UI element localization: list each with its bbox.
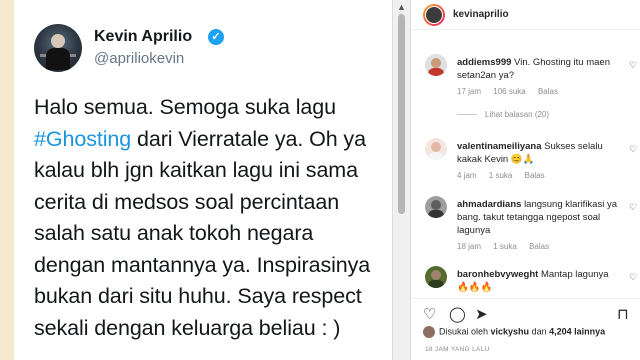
post-header: kevinaprilio bbox=[411, 0, 640, 30]
liked-by-prefix: Disukai oleh bbox=[439, 326, 491, 337]
view-replies-label: Lihat balasan (20) bbox=[485, 110, 550, 119]
scroll-up-arrow-icon[interactable]: ▲ bbox=[397, 2, 406, 12]
tweet-hashtag: #Ghosting bbox=[34, 126, 132, 151]
comment-meta: 18 jam 1 suka Balas bbox=[457, 242, 559, 251]
comment-text: baronhebvyweght Mantap lagunya 🔥🔥🔥 bbox=[457, 268, 617, 294]
comment-avatar[interactable] bbox=[425, 266, 447, 288]
comment-time: 18 jam bbox=[457, 242, 482, 251]
post-time-ago[interactable]: 18 JAM YANG LALU bbox=[425, 346, 490, 353]
comment-text: valentinameiliyana Sukses selalu kakak K… bbox=[457, 140, 617, 166]
tweet-text: Halo semua. Semoga suka lagu #Ghosting d… bbox=[34, 92, 384, 344]
scroll-thumb[interactable] bbox=[398, 14, 405, 214]
comment-username[interactable]: valentinameiliyana bbox=[457, 141, 541, 152]
comment-avatar[interactable] bbox=[425, 196, 447, 218]
verified-badge-icon: ✓ bbox=[208, 29, 224, 45]
comment-username[interactable]: addiems999 bbox=[457, 57, 511, 68]
comment-time: 4 jam bbox=[457, 171, 477, 180]
tweet-author-name: Kevin Aprilio bbox=[94, 28, 193, 45]
share-icon[interactable]: ➤ bbox=[475, 305, 488, 323]
comment-meta: 17 jam 106 suka Balas bbox=[457, 87, 568, 96]
comment-avatar[interactable] bbox=[425, 138, 447, 160]
tweet-card: Kevin Aprilio ✓ @apriliokevin ⌄ Halo sem… bbox=[14, 0, 398, 360]
post-actions-bar: ♡ ◯ ➤ ⊓ bbox=[411, 298, 640, 324]
comment-likes[interactable]: 1 suka bbox=[493, 242, 517, 251]
post-avatar[interactable] bbox=[423, 4, 445, 26]
comment-like-icon[interactable]: ♡ bbox=[629, 202, 637, 213]
comment-likes[interactable]: 1 suka bbox=[489, 171, 513, 180]
comment-text: addiems999 Vin. Ghosting itu maen setan2… bbox=[457, 56, 617, 82]
post-username[interactable]: kevinaprilio bbox=[453, 9, 509, 20]
view-replies-link[interactable]: Lihat balasan (20) bbox=[457, 110, 549, 119]
tweet-avatar bbox=[34, 24, 82, 72]
comment-icon[interactable]: ◯ bbox=[449, 305, 466, 323]
liker-avatar[interactable] bbox=[423, 326, 435, 338]
comment-like-icon[interactable]: ♡ bbox=[629, 272, 637, 283]
comment-text: ahmadardians langsung klarifikasi ya ban… bbox=[457, 198, 617, 237]
liked-by-user[interactable]: vickyshu bbox=[491, 326, 530, 336]
comment-meta: 4 jam 1 suka Balas bbox=[457, 171, 555, 180]
tweet-text-after: dari Vierratale ya. Oh ya kalau blh jgn … bbox=[34, 126, 371, 340]
comment-time: 17 jam bbox=[457, 87, 482, 96]
liked-by-line: Disukai oleh vickyshu dan 4,204 lainnya bbox=[423, 326, 605, 338]
instagram-panel: kevinaprilio addiems999 Vin. Ghosting it… bbox=[410, 0, 640, 360]
tweet-author-handle: @apriliokevin bbox=[94, 50, 185, 67]
comment-likes[interactable]: 106 suka bbox=[493, 87, 525, 96]
comment-username[interactable]: ahmadardians bbox=[457, 199, 521, 210]
reply-button[interactable]: Balas bbox=[525, 171, 545, 180]
scrollbar[interactable]: ▲ bbox=[392, 0, 410, 360]
bookmark-icon[interactable]: ⊓ bbox=[617, 305, 629, 323]
liked-by-count[interactable]: 4,204 lainnya bbox=[549, 326, 605, 336]
reply-button[interactable]: Balas bbox=[529, 242, 549, 251]
tweet-image-panel: Kevin Aprilio ✓ @apriliokevin ⌄ Halo sem… bbox=[0, 0, 410, 360]
comment-like-icon[interactable]: ♡ bbox=[629, 60, 637, 71]
reply-button[interactable]: Balas bbox=[538, 87, 558, 96]
tweet-text-before: Halo semua. Semoga suka lagu bbox=[34, 95, 336, 119]
liked-by-mid: dan bbox=[529, 326, 550, 337]
comment-username[interactable]: baronhebvyweght bbox=[457, 269, 538, 280]
heart-icon[interactable]: ♡ bbox=[423, 305, 436, 323]
comment-avatar[interactable] bbox=[425, 54, 447, 76]
comment-like-icon[interactable]: ♡ bbox=[629, 144, 637, 155]
tweet-header: Kevin Aprilio ✓ @apriliokevin ⌄ bbox=[34, 20, 398, 72]
